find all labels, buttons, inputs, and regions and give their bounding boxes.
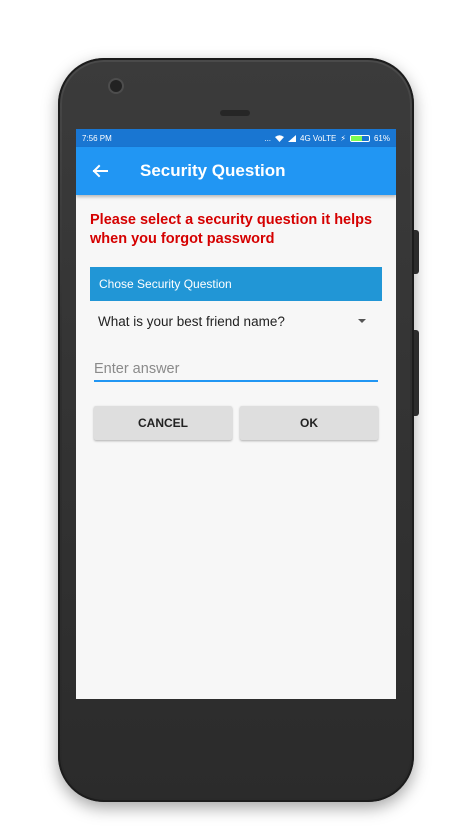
- charging-icon: ⚡: [340, 133, 346, 143]
- security-question-spinner[interactable]: What is your best friend name?: [90, 301, 382, 341]
- status-bar: 7:56 PM ... 4G VoLTE ⚡ 61%: [76, 129, 396, 147]
- stage: 7:56 PM ... 4G VoLTE ⚡ 61% Security Ques…: [0, 0, 474, 840]
- answer-field-wrapper: [90, 357, 382, 382]
- answer-input[interactable]: [94, 357, 378, 382]
- battery-level: [350, 135, 362, 141]
- spinner-selected-value: What is your best friend name?: [98, 313, 285, 329]
- earpiece-speaker: [220, 110, 250, 116]
- battery-icon: [349, 134, 370, 142]
- ok-button[interactable]: OK: [240, 406, 378, 440]
- instruction-text: Please select a security question it hel…: [90, 212, 373, 247]
- front-camera: [110, 80, 122, 92]
- power-button: [414, 230, 419, 274]
- main-content: Please select a security question it hel…: [76, 195, 396, 440]
- caret-down-icon: [358, 319, 366, 323]
- network-type: 4G VoLTE: [300, 133, 337, 143]
- page-title: Security Question: [140, 161, 286, 180]
- cancel-button[interactable]: CANCEL: [94, 406, 232, 440]
- battery-percent: 61%: [373, 133, 390, 143]
- section-header-label: Chose Security Question: [99, 277, 232, 291]
- app-bar: Security Question: [76, 147, 396, 195]
- button-row: CANCEL OK: [90, 406, 382, 440]
- notification-dots: ...: [264, 133, 272, 143]
- navigation-bar-area: [76, 699, 396, 759]
- status-icons: ... 4G VoLTE ⚡ 61%: [264, 134, 390, 143]
- status-time: 7:56 PM: [82, 133, 112, 143]
- section-header: Chose Security Question: [90, 267, 382, 301]
- signal-icon: [288, 134, 297, 142]
- screen: 7:56 PM ... 4G VoLTE ⚡ 61% Security Ques…: [76, 129, 396, 699]
- arrow-left-icon[interactable]: [76, 147, 124, 195]
- wifi-icon: [275, 134, 285, 142]
- volume-button: [414, 330, 419, 416]
